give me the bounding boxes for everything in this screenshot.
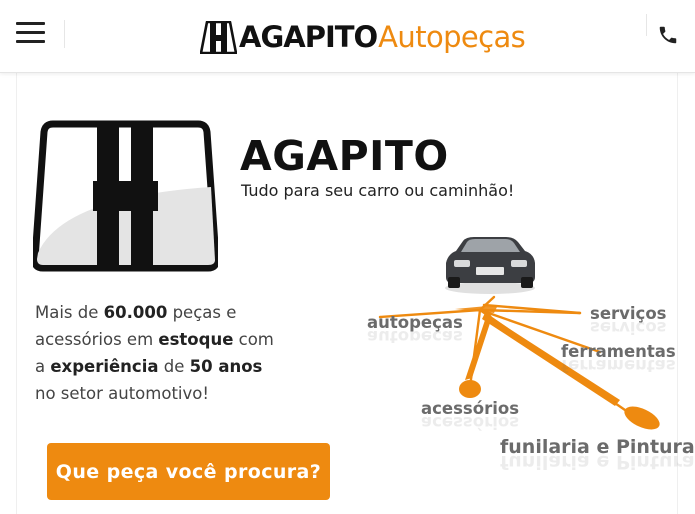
category-autopecas[interactable]: autopeças autopeças: [367, 313, 463, 346]
category-label: ferramentas: [561, 342, 676, 361]
hero-tagline: Tudo para seu carro ou caminhão!: [241, 181, 515, 200]
category-label: funilaria e Pintura: [500, 436, 695, 458]
car-icon: [445, 237, 535, 294]
brand-subtitle: Autopeças: [378, 20, 526, 54]
brand-name: AGAPITO: [239, 20, 378, 54]
agapito-logo-icon: [200, 20, 237, 54]
company-description: Mais de 60.000 peças e acessórios em est…: [35, 299, 275, 407]
menu-bar: [16, 22, 45, 25]
desc-highlight: estoque: [158, 330, 234, 349]
search-part-button[interactable]: Que peça você procura?: [47, 443, 330, 500]
desc-text: no setor automotivo!: [35, 384, 209, 403]
category-acessorios[interactable]: acessórios acessórios: [421, 399, 520, 432]
category-label: serviços: [590, 304, 667, 323]
category-label: autopeças: [367, 313, 463, 332]
desc-highlight: 50 anos: [189, 357, 263, 376]
brand-home-link[interactable]: AGAPITO Autopeças: [200, 19, 526, 55]
desc-text: de: [158, 357, 190, 376]
hamburger-menu-icon[interactable]: [16, 22, 45, 44]
agapito-large-logo-icon: [33, 120, 218, 272]
phone-icon[interactable]: [657, 24, 679, 46]
desc-highlight: experiência: [50, 357, 159, 376]
hero-title: AGAPITO: [240, 132, 449, 180]
menu-bar: [16, 40, 45, 43]
divider: [64, 20, 65, 48]
category-ferramentas[interactable]: ferramentas ferramentas: [561, 342, 676, 375]
category-servicos[interactable]: serviços serviços: [590, 304, 667, 337]
menu-bar: [16, 31, 45, 34]
desc-text: Mais de: [35, 303, 104, 322]
category-funilaria[interactable]: funilaria e Pintura funilaria e Pintura: [500, 436, 695, 473]
desc-highlight: 60.000: [103, 303, 168, 322]
site-header: AGAPITO Autopeças: [0, 0, 695, 73]
category-label: acessórios: [421, 399, 520, 418]
divider: [646, 14, 647, 36]
